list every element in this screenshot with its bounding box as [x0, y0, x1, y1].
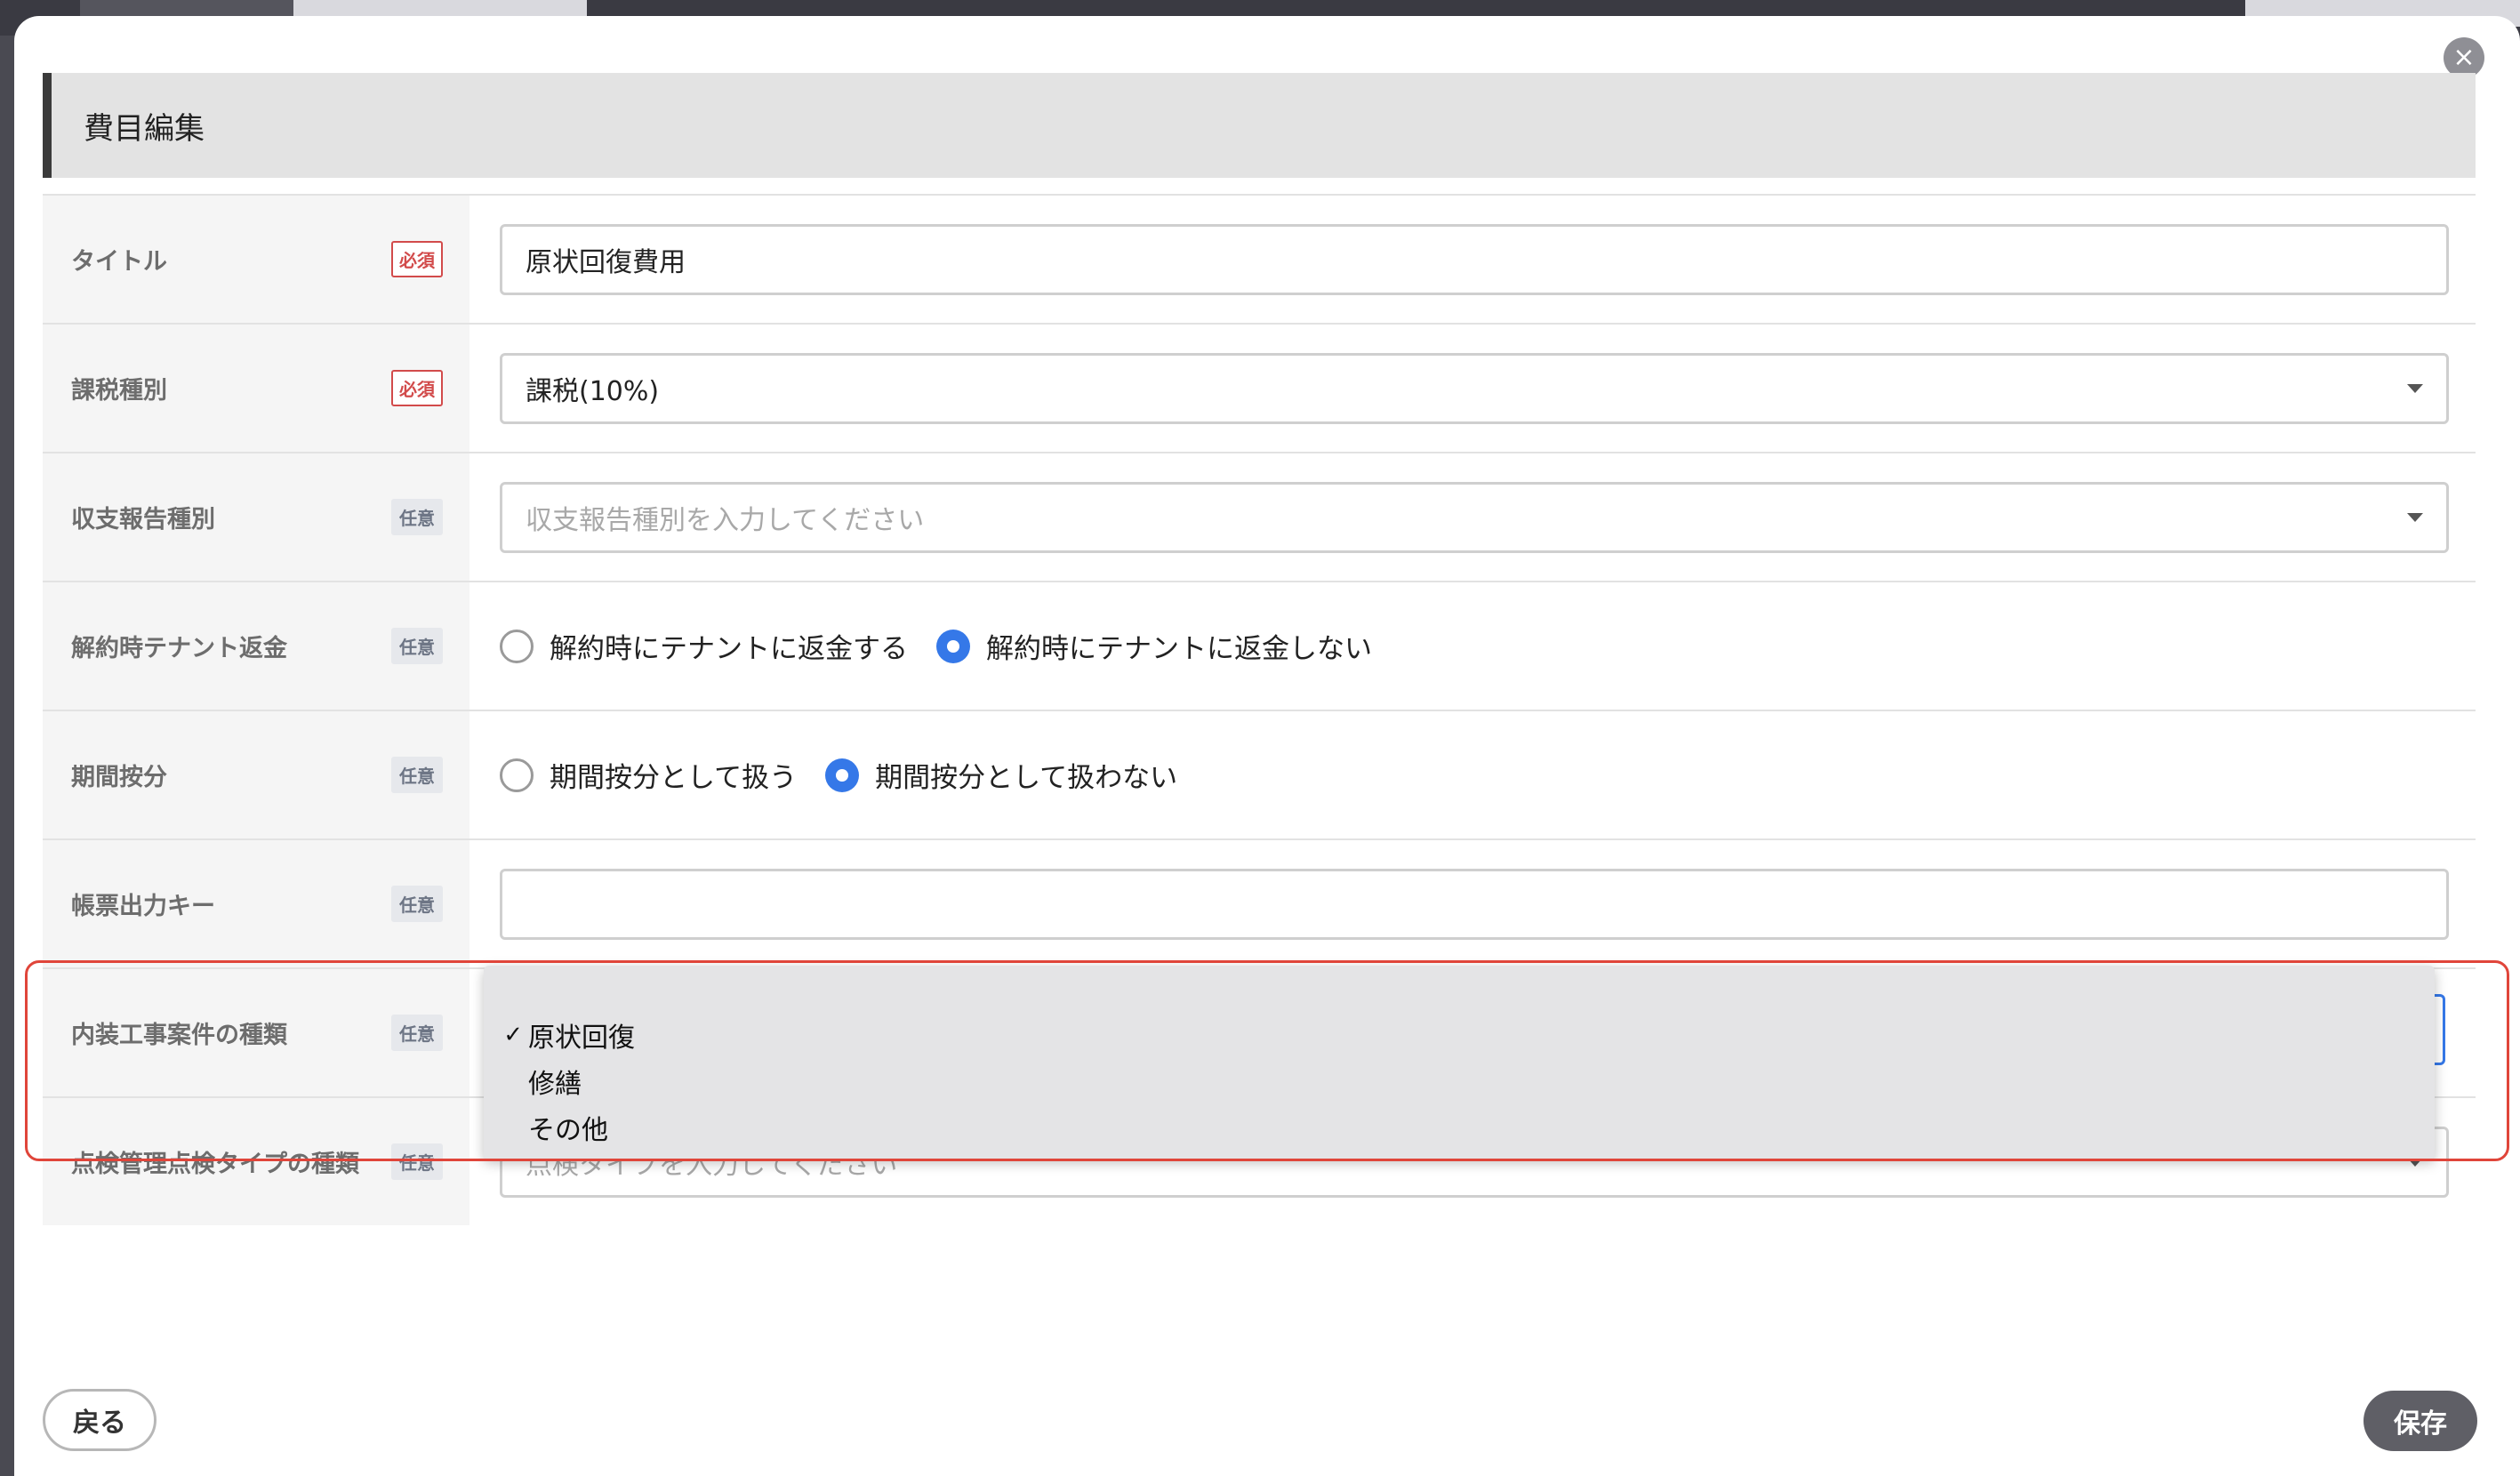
- optional-badge: 任意: [391, 499, 443, 535]
- tax-type-select[interactable]: 課税(10%): [500, 352, 2449, 424]
- tenant-refund-radio-group: 解約時にテナントに返金する 解約時にテナントに返金しない: [500, 626, 1400, 666]
- interior-work-type-dropdown: ✓ 原状回復 修繕 その他: [484, 966, 2435, 1159]
- optional-badge: 任意: [391, 1015, 443, 1051]
- dropdown-option-restoration[interactable]: ✓ 原状回復: [484, 1012, 2435, 1058]
- field-label: 解約時テナント返金: [71, 635, 287, 662]
- optional-badge: 任意: [391, 1143, 443, 1180]
- field-label: 帳票出力キー: [71, 893, 215, 920]
- tax-type-value: 課税(10%): [526, 375, 660, 407]
- field-label: 期間按分: [71, 764, 167, 791]
- form-row-report-output-key: 帳票出力キー 任意: [43, 838, 2476, 967]
- form-row-title: タイトル 必須 原状回復費用: [43, 194, 2476, 323]
- radio-label[interactable]: 解約時にテナントに返金しない: [986, 626, 1372, 666]
- dropdown-option-other[interactable]: その他: [484, 1104, 2435, 1151]
- optional-badge: 任意: [391, 886, 443, 922]
- dropdown-option-repair[interactable]: 修繕: [484, 1058, 2435, 1104]
- tenant-refund-radio-yes[interactable]: [500, 629, 534, 663]
- title-input[interactable]: 原状回復費用: [500, 223, 2449, 295]
- save-button[interactable]: 保存: [2364, 1391, 2477, 1451]
- form-row-tax-type: 課税種別 必須 課税(10%): [43, 323, 2476, 452]
- optional-badge: 任意: [391, 628, 443, 664]
- radio-label[interactable]: 期間按分として扱う: [550, 755, 797, 795]
- modal-title: 費目編集: [84, 110, 205, 147]
- required-badge: 必須: [391, 241, 443, 277]
- radio-label[interactable]: 解約時にテナントに返金する: [550, 626, 908, 666]
- dropdown-option-label: その他: [528, 1115, 608, 1146]
- period-allocation-radio-no[interactable]: [825, 758, 860, 792]
- title-input-value: 原状回復費用: [526, 246, 686, 278]
- period-allocation-radio-group: 期間按分として扱う 期間按分として扱わない: [500, 755, 1206, 795]
- chevron-down-icon: [2407, 383, 2423, 393]
- dropdown-option-label: 修繕: [528, 1069, 582, 1100]
- back-button[interactable]: 戻る: [43, 1389, 156, 1451]
- field-label-cell: 内装工事案件の種類 任意: [43, 969, 469, 1096]
- field-label-cell: 帳票出力キー 任意: [43, 840, 469, 967]
- modal-header: 費目編集: [43, 73, 2476, 178]
- field-label: 収支報告種別: [71, 506, 215, 533]
- radio-label[interactable]: 期間按分として扱わない: [875, 755, 1177, 795]
- report-output-key-input[interactable]: [500, 868, 2449, 940]
- field-label-cell: タイトル 必須: [43, 196, 469, 323]
- period-allocation-radio-yes[interactable]: [500, 758, 534, 792]
- chevron-down-icon: [2407, 512, 2423, 522]
- field-label-cell: 期間按分 任意: [43, 711, 469, 838]
- form-row-tenant-refund: 解約時テナント返金 任意 解約時にテナントに返金する 解約時にテナントに返金しな…: [43, 581, 2476, 710]
- income-report-type-placeholder: 収支報告種別を入力してください: [526, 504, 925, 536]
- field-label: タイトル: [71, 248, 167, 276]
- field-label: 点検管理点検タイプの種類: [71, 1151, 359, 1178]
- required-badge: 必須: [391, 370, 443, 406]
- form-row-income-report-type: 収支報告種別 任意 収支報告種別を入力してください: [43, 452, 2476, 581]
- check-icon: ✓: [503, 1022, 523, 1048]
- field-label: 内装工事案件の種類: [71, 1022, 287, 1049]
- dropdown-option-label: 原状回復: [528, 1023, 635, 1054]
- form-row-period-allocation: 期間按分 任意 期間按分として扱う 期間按分として扱わない: [43, 710, 2476, 838]
- optional-badge: 任意: [391, 757, 443, 793]
- field-label-cell: 解約時テナント返金 任意: [43, 582, 469, 710]
- field-label: 課税種別: [71, 377, 167, 405]
- tenant-refund-radio-no[interactable]: [936, 629, 970, 663]
- income-report-type-select[interactable]: 収支報告種別を入力してください: [500, 481, 2449, 553]
- field-label-cell: 点検管理点検タイプの種類 任意: [43, 1098, 469, 1225]
- field-label-cell: 課税種別 必須: [43, 325, 469, 452]
- field-label-cell: 収支報告種別 任意: [43, 453, 469, 581]
